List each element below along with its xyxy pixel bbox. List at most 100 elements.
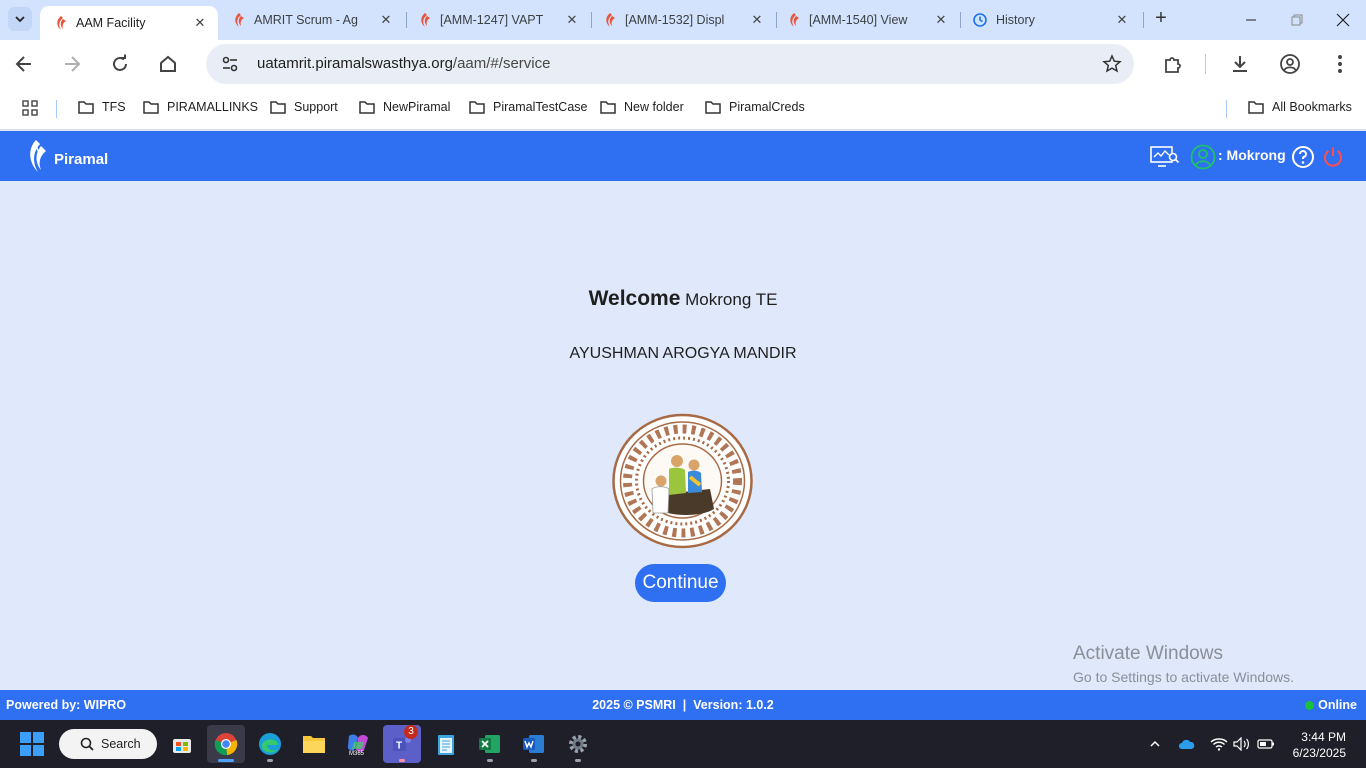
chevron-down-icon — [15, 16, 25, 23]
piramal-favicon-icon — [57, 16, 66, 30]
reload-icon — [113, 54, 127, 71]
tab-strip: AAM Facility ✕ AMRIT Scrum - Ag ✕ [AMM-1… — [0, 0, 1366, 40]
bookmark-folder[interactable]: Support — [270, 100, 338, 114]
tab-amm-1540[interactable]: [AMM-1540] View ✕ — [773, 0, 959, 40]
wifi-icon — [1210, 738, 1228, 751]
edge-icon — [259, 733, 281, 755]
system-clock[interactable]: 3:44 PM 6/23/2025 — [1293, 729, 1346, 761]
taskbar-store[interactable] — [163, 725, 201, 763]
home-button[interactable] — [156, 52, 180, 76]
user-profile-button[interactable] — [1190, 144, 1216, 170]
bookmark-separator — [56, 100, 57, 118]
logout-button[interactable] — [1320, 144, 1346, 170]
help-button[interactable] — [1290, 144, 1316, 170]
minimize-button[interactable] — [1239, 8, 1263, 32]
bookmark-label: Support — [294, 100, 338, 114]
wifi-button[interactable] — [1209, 734, 1229, 754]
watermark-title: Activate Windows — [1073, 643, 1223, 664]
battery-button[interactable] — [1256, 734, 1276, 754]
close-icon[interactable]: ✕ — [564, 12, 580, 28]
apps-button[interactable] — [22, 100, 46, 116]
url-text[interactable]: uatamrit.piramalswasthya.org/aam/#/servi… — [257, 55, 550, 72]
tab-amm-1247[interactable]: [AMM-1247] VAPT ✕ — [404, 0, 590, 40]
windows-start-icon[interactable] — [20, 732, 44, 756]
welcome-word: Welcome — [588, 287, 681, 310]
folder-icon — [705, 101, 721, 114]
welcome-message: Welcome Mokrong TE — [0, 287, 1366, 311]
address-bar[interactable]: uatamrit.piramalswasthya.org/aam/#/servi… — [206, 44, 1134, 84]
close-icon[interactable]: ✕ — [749, 12, 765, 28]
bookmark-folder[interactable]: TFS — [78, 100, 126, 114]
power-icon — [1324, 147, 1342, 167]
monitor-button[interactable] — [1150, 144, 1180, 170]
taskbar-notepad[interactable] — [427, 725, 465, 763]
close-window-button[interactable] — [1331, 8, 1355, 32]
tab-title: [AMM-1532] Displ — [625, 13, 725, 27]
reload-button[interactable] — [108, 52, 132, 76]
clock-time: 3:44 PM — [1301, 730, 1346, 744]
tab-aam-facility[interactable]: AAM Facility ✕ — [40, 6, 218, 40]
minimize-icon — [1246, 19, 1256, 21]
tab-search-button[interactable] — [8, 7, 32, 31]
app-footer: Powered by: WIPRO 2025 © PSMRI | Version… — [0, 690, 1366, 720]
tab-amrit-scrum[interactable]: AMRIT Scrum - Ag ✕ — [218, 0, 404, 40]
apps-grid-icon — [22, 100, 38, 116]
taskbar-chrome[interactable] — [207, 725, 245, 763]
bookmark-folder[interactable]: NewPiramal — [359, 100, 450, 114]
taskbar-word[interactable] — [515, 725, 553, 763]
taskbar-edge[interactable] — [251, 725, 289, 763]
close-icon[interactable]: ✕ — [1114, 12, 1130, 28]
taskbar-file-explorer[interactable] — [295, 725, 333, 763]
taskbar-m365[interactable]: M365 — [339, 725, 377, 763]
bookmark-folder[interactable]: PiramalTestCase — [469, 100, 587, 114]
taskbar-settings[interactable] — [559, 725, 597, 763]
svg-text:M365: M365 — [349, 751, 365, 756]
restore-icon — [1291, 14, 1303, 26]
user-circle-icon — [1190, 144, 1216, 170]
brand-logo[interactable]: Piramal — [26, 138, 108, 174]
taskbar-teams[interactable]: T 3 — [383, 725, 421, 763]
windows-taskbar: Search M365 T 3 3:44 PM 6/23/2025 — [0, 720, 1366, 768]
volume-button[interactable] — [1232, 734, 1252, 754]
bookmark-label: PiramalCreds — [729, 100, 805, 114]
close-icon[interactable]: ✕ — [192, 15, 208, 31]
copyright-version: 2025 © PSMRI | Version: 1.0.2 — [592, 698, 774, 712]
bookmark-folder[interactable]: PIRAMALLINKS — [143, 100, 258, 114]
bookmark-folder[interactable]: New folder — [600, 100, 684, 114]
notepad-icon — [438, 735, 454, 755]
restore-button[interactable] — [1285, 8, 1309, 32]
puzzle-icon — [1165, 57, 1181, 73]
taskbar-excel[interactable] — [471, 725, 509, 763]
close-icon[interactable]: ✕ — [378, 12, 394, 28]
forward-button[interactable] — [60, 52, 84, 76]
menu-button[interactable] — [1328, 52, 1352, 76]
show-hidden-icons-button[interactable] — [1145, 734, 1165, 754]
bookmark-folder[interactable]: PiramalCreds — [705, 100, 805, 114]
bookmark-star-button[interactable] — [1102, 54, 1122, 74]
folder-icon — [270, 101, 286, 114]
onedrive-button[interactable] — [1177, 734, 1197, 754]
gear-icon — [569, 735, 587, 753]
extensions-button[interactable] — [1161, 52, 1185, 76]
profile-button[interactable] — [1278, 52, 1302, 76]
continue-button[interactable]: Continue — [635, 564, 726, 602]
downloads-button[interactable] — [1228, 52, 1252, 76]
brand-name: Piramal — [54, 150, 109, 168]
chrome-icon — [214, 733, 238, 756]
tab-amm-1532[interactable]: [AMM-1532] Displ ✕ — [589, 0, 775, 40]
m365-icon: M365 — [347, 734, 368, 756]
search-icon — [80, 737, 94, 751]
running-indicator — [531, 759, 537, 762]
new-tab-button[interactable]: + — [1150, 8, 1172, 30]
close-icon[interactable]: ✕ — [933, 12, 949, 28]
all-bookmarks-button[interactable]: All Bookmarks — [1248, 100, 1352, 114]
piramal-favicon-icon — [235, 13, 244, 27]
site-info-button[interactable] — [218, 52, 242, 76]
taskbar-search[interactable]: Search — [59, 729, 157, 759]
tune-icon — [222, 56, 238, 72]
tab-history[interactable]: History ✕ — [958, 0, 1140, 40]
bookmark-label: TFS — [102, 100, 126, 114]
help-icon — [1292, 146, 1314, 168]
account-icon — [1280, 54, 1300, 74]
back-button[interactable] — [12, 52, 36, 76]
